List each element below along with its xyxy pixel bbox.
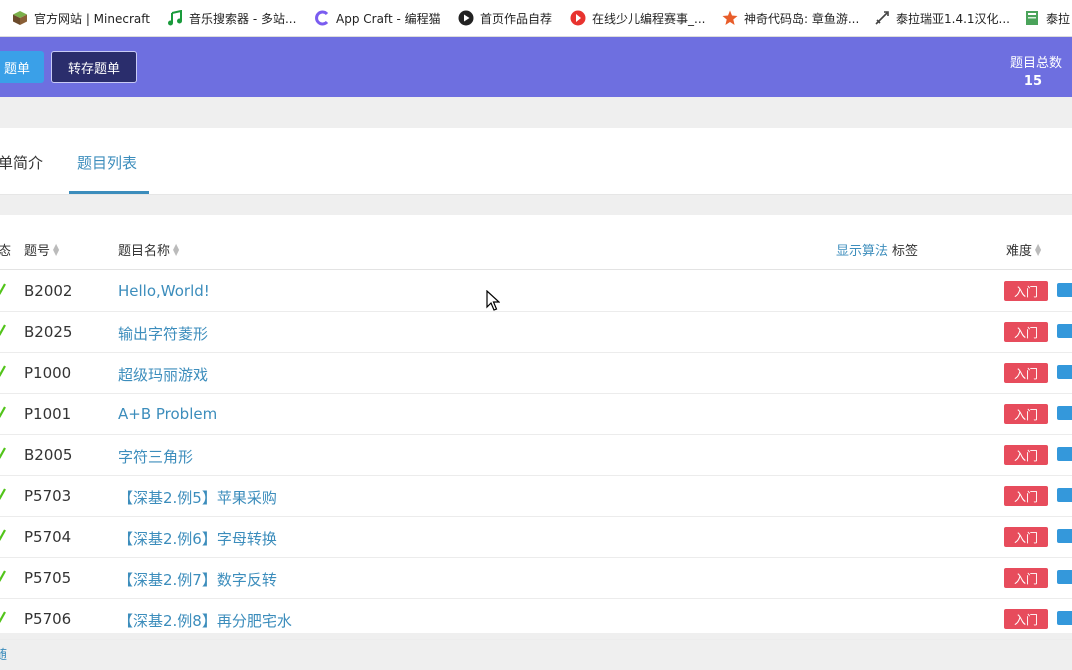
header-difficulty[interactable]: 难度 ▲ ▼ [1006,240,1043,259]
header-divider [0,269,1072,270]
table-row[interactable]: P5703 【深基2.例5】苹果采购 入门 [0,476,1072,517]
difficulty-badge: 入门 [1004,445,1048,465]
bookmark-app-craft[interactable]: App Craft - 编程猫 [314,0,441,36]
problem-id: P5705 [24,569,72,587]
bookmarks-bar: 官方网站 | Minecraft 音乐搜索器 - 多站... App Craft… [0,0,1072,37]
difficulty-badge: 入门 [1004,568,1048,588]
problem-title-link[interactable]: Hello,World! [118,282,210,300]
header-id-label: 题号 [24,244,51,259]
problem-title-link[interactable]: 【深基2.例8】再分肥宅水 [118,610,292,631]
check-icon [0,529,6,541]
tag-toggle[interactable] [1057,488,1072,502]
problem-title-link[interactable]: 超级玛丽游戏 [118,364,208,385]
header-tags-label: 标签 [892,244,919,259]
show-algorithm-link[interactable]: 显示算法 [836,240,888,259]
check-icon [0,406,6,418]
header-name-label: 题目名称 [118,244,171,259]
table-row[interactable]: B2025 输出字符菱形 入门 [0,312,1072,353]
check-icon [0,611,6,623]
table-row[interactable]: P1000 超级玛丽游戏 入门 [0,353,1072,394]
table-row[interactable]: P5704 【深基2.例6】字母转换 入门 [0,517,1072,558]
problem-title-link[interactable]: 【深基2.例6】字母转换 [118,528,277,549]
problem-table: 态 题号 ▲ ▼ 题目名称 ▲ ▼ 显示算法 标签 难度 ▲ ▼ B2002 Hello… [0,215,1072,640]
difficulty-badge: 入门 [1004,527,1048,547]
save-problem-set-button[interactable]: 转存题单 [51,51,137,83]
header-id[interactable]: 题号 ▲ ▼ [24,240,61,259]
table-row[interactable]: B2005 字符三角形 入门 [0,435,1072,476]
tag-toggle[interactable] [1057,570,1072,584]
tag-toggle[interactable] [1057,611,1072,625]
tag-toggle[interactable] [1057,324,1072,338]
tag-toggle[interactable] [1057,447,1072,461]
bookmark-terraria-cn[interactable]: 泰拉瑞亚1.4.1汉化... [874,0,1010,36]
problem-id: P5706 [24,610,72,628]
tag-toggle[interactable] [1057,365,1072,379]
difficulty-badge: 入门 [1004,486,1048,506]
bookmark-music-search[interactable]: 音乐搜索器 - 多站... [167,0,296,36]
tab-bar: 单简介 题目列表 [0,128,1072,195]
tag-toggle[interactable] [1057,406,1072,420]
problem-id: P5704 [24,528,72,546]
difficulty-badge: 入门 [1004,609,1048,629]
mouse-cursor-icon [486,290,500,311]
pagination-fragment[interactable]: 随 [0,644,7,663]
check-icon [0,570,6,582]
red-circle-icon [570,10,586,26]
check-icon [0,324,6,336]
problem-set-header: 题单 转存题单 题目总数 15 [0,37,1072,97]
header-status: 态 [0,244,12,259]
active-tab-indicator [69,191,149,194]
header-tags: 显示算法 标签 [836,240,918,259]
problem-id: B2025 [24,323,73,341]
bookmark-minecraft[interactable]: 官方网站 | Minecraft [12,0,150,36]
bookmark-kids-coding-contest[interactable]: 在线少儿编程赛事_... [570,0,705,36]
sort-arrows-icon: ▲ ▼ [1035,241,1042,257]
problem-id: P1000 [24,364,72,382]
check-icon [0,488,6,500]
table-row[interactable]: P5705 【深基2.例7】数字反转 入门 [0,558,1072,599]
bookmark-terraria-2[interactable]: 泰拉 [1024,0,1070,36]
orange-star-icon [722,10,738,26]
tab-problem-list[interactable]: 题目列表 [77,152,137,173]
problem-count-label: 题目总数 [1009,56,1062,71]
check-icon [0,365,6,377]
problem-id: P5703 [24,487,72,505]
bookmark-homepage-works[interactable]: 首页作品自荐 [458,0,552,36]
header-difficulty-label: 难度 [1006,244,1033,259]
music-note-icon [167,10,183,26]
problem-title-link[interactable]: 【深基2.例7】数字反转 [118,569,277,590]
problem-id: P1001 [24,405,72,423]
problem-title-link[interactable]: 字符三角形 [118,446,193,467]
check-icon [0,283,6,295]
difficulty-badge: 入门 [1004,281,1048,301]
problem-id: B2005 [24,446,73,464]
table-row[interactable]: B2002 Hello,World! 入门 [0,271,1072,312]
problem-count-value: 15 [1023,74,1042,89]
problem-title-link[interactable]: A+B Problem [118,405,217,423]
appcraft-logo-icon [314,10,330,26]
difficulty-badge: 入门 [1004,363,1048,383]
book-icon [1024,10,1040,26]
sword-icon [874,10,890,26]
difficulty-badge: 入门 [1004,404,1048,424]
problem-title-link[interactable]: 输出字符菱形 [118,323,208,344]
problem-set-button[interactable]: 题单 [0,51,44,83]
sort-arrows-icon: ▲ ▼ [53,241,60,257]
table-row[interactable]: P5706 【深基2.例8】再分肥宅水 入门 [0,599,1072,640]
bookmark-code-island[interactable]: 神奇代码岛: 章鱼游... [722,0,859,36]
check-icon [0,447,6,459]
header-name[interactable]: 题目名称 ▲ ▼ [118,240,181,259]
tag-toggle[interactable] [1057,529,1072,543]
play-circle-icon [458,10,474,26]
sort-arrows-icon: ▲ ▼ [173,241,180,257]
tab-intro[interactable]: 单简介 [0,152,43,173]
minecraft-block-icon [12,10,28,26]
table-row[interactable]: P1001 A+B Problem 入门 [0,394,1072,435]
difficulty-badge: 入门 [1004,322,1048,342]
problem-title-link[interactable]: 【深基2.例5】苹果采购 [118,487,277,508]
problem-id: B2002 [24,282,73,300]
tag-toggle[interactable] [1057,283,1072,297]
